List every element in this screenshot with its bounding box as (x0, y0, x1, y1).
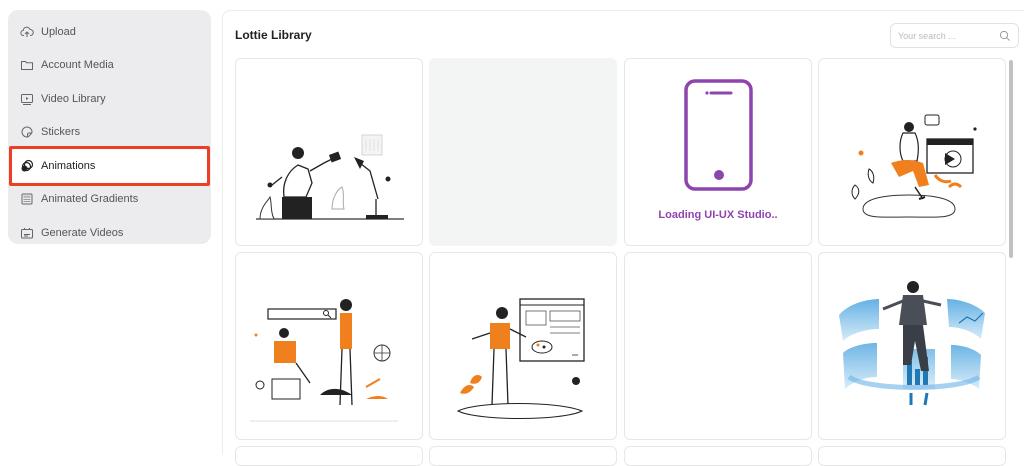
sidebar-item-label: Animations (41, 159, 96, 172)
man-with-data-screens-illustration (839, 281, 985, 406)
animation-card-woman-with-video-player[interactable] (818, 58, 1006, 246)
search-icon[interactable] (999, 30, 1011, 42)
cloud-upload-icon (20, 25, 34, 39)
sidebar-item-label: Animated Gradients (41, 193, 139, 206)
folder-icon (20, 58, 34, 72)
sidebar-item-upload[interactable]: Upload (8, 15, 211, 49)
sidebar-item-label: Generate Videos (41, 226, 124, 239)
two-people-with-search-bar-illustration (250, 299, 398, 422)
animation-card-row3-2[interactable] (429, 446, 617, 466)
sidebar-item-animated-gradients[interactable]: Animated Gradients (8, 183, 211, 217)
loading-text: Loading UI-UX Studio.. (658, 209, 778, 221)
generate-video-icon (20, 226, 34, 240)
sidebar-item-label: Account Media (41, 59, 114, 72)
sidebar-item-label: Upload (41, 25, 76, 38)
sidebar-item-stickers[interactable]: Stickers (8, 116, 211, 150)
animation-card-row3-4[interactable] (818, 446, 1006, 466)
sidebar-item-account-media[interactable]: Account Media (8, 49, 211, 83)
animation-card-row3-3[interactable] (624, 446, 812, 466)
gradient-icon (20, 192, 34, 206)
sidebar-item-label: Video Library (41, 92, 106, 105)
animation-icon (20, 159, 34, 173)
animation-card-man-with-desk-lamp[interactable] (235, 58, 423, 246)
animation-card-two-people-with-search-bar[interactable] (235, 252, 423, 440)
sidebar: Upload Account Media Video Library Stick… (8, 10, 211, 244)
page-title: Lottie Library (235, 28, 312, 42)
animation-card-placeholder[interactable] (429, 58, 617, 246)
man-with-desk-lamp-illustration (256, 134, 404, 220)
sidebar-item-animations[interactable]: Animations (9, 146, 210, 185)
sidebar-item-label: Stickers (41, 126, 81, 139)
animation-card-row3-1[interactable] (235, 446, 423, 466)
animation-card-man-with-data-screens[interactable] (818, 252, 1006, 440)
animation-card-loading[interactable]: Loading UI-UX Studio.. (624, 58, 812, 246)
animation-card-designer-with-palette[interactable] (429, 252, 617, 440)
sticker-icon (20, 125, 34, 139)
search-input[interactable] (898, 30, 998, 41)
animation-card-empty[interactable] (624, 252, 812, 440)
woman-with-video-player-illustration (851, 114, 977, 218)
lottie-library-panel: Lottie Library Your search ... Loading U… (222, 10, 1024, 466)
scrollbar-thumb[interactable] (1009, 60, 1013, 258)
sidebar-item-generate-videos[interactable]: Generate Videos (8, 216, 211, 250)
search-box[interactable] (890, 23, 1019, 48)
sidebar-item-video-library[interactable]: Video Library (8, 82, 211, 116)
designer-with-palette-illustration (456, 298, 585, 419)
video-library-icon (20, 92, 34, 106)
